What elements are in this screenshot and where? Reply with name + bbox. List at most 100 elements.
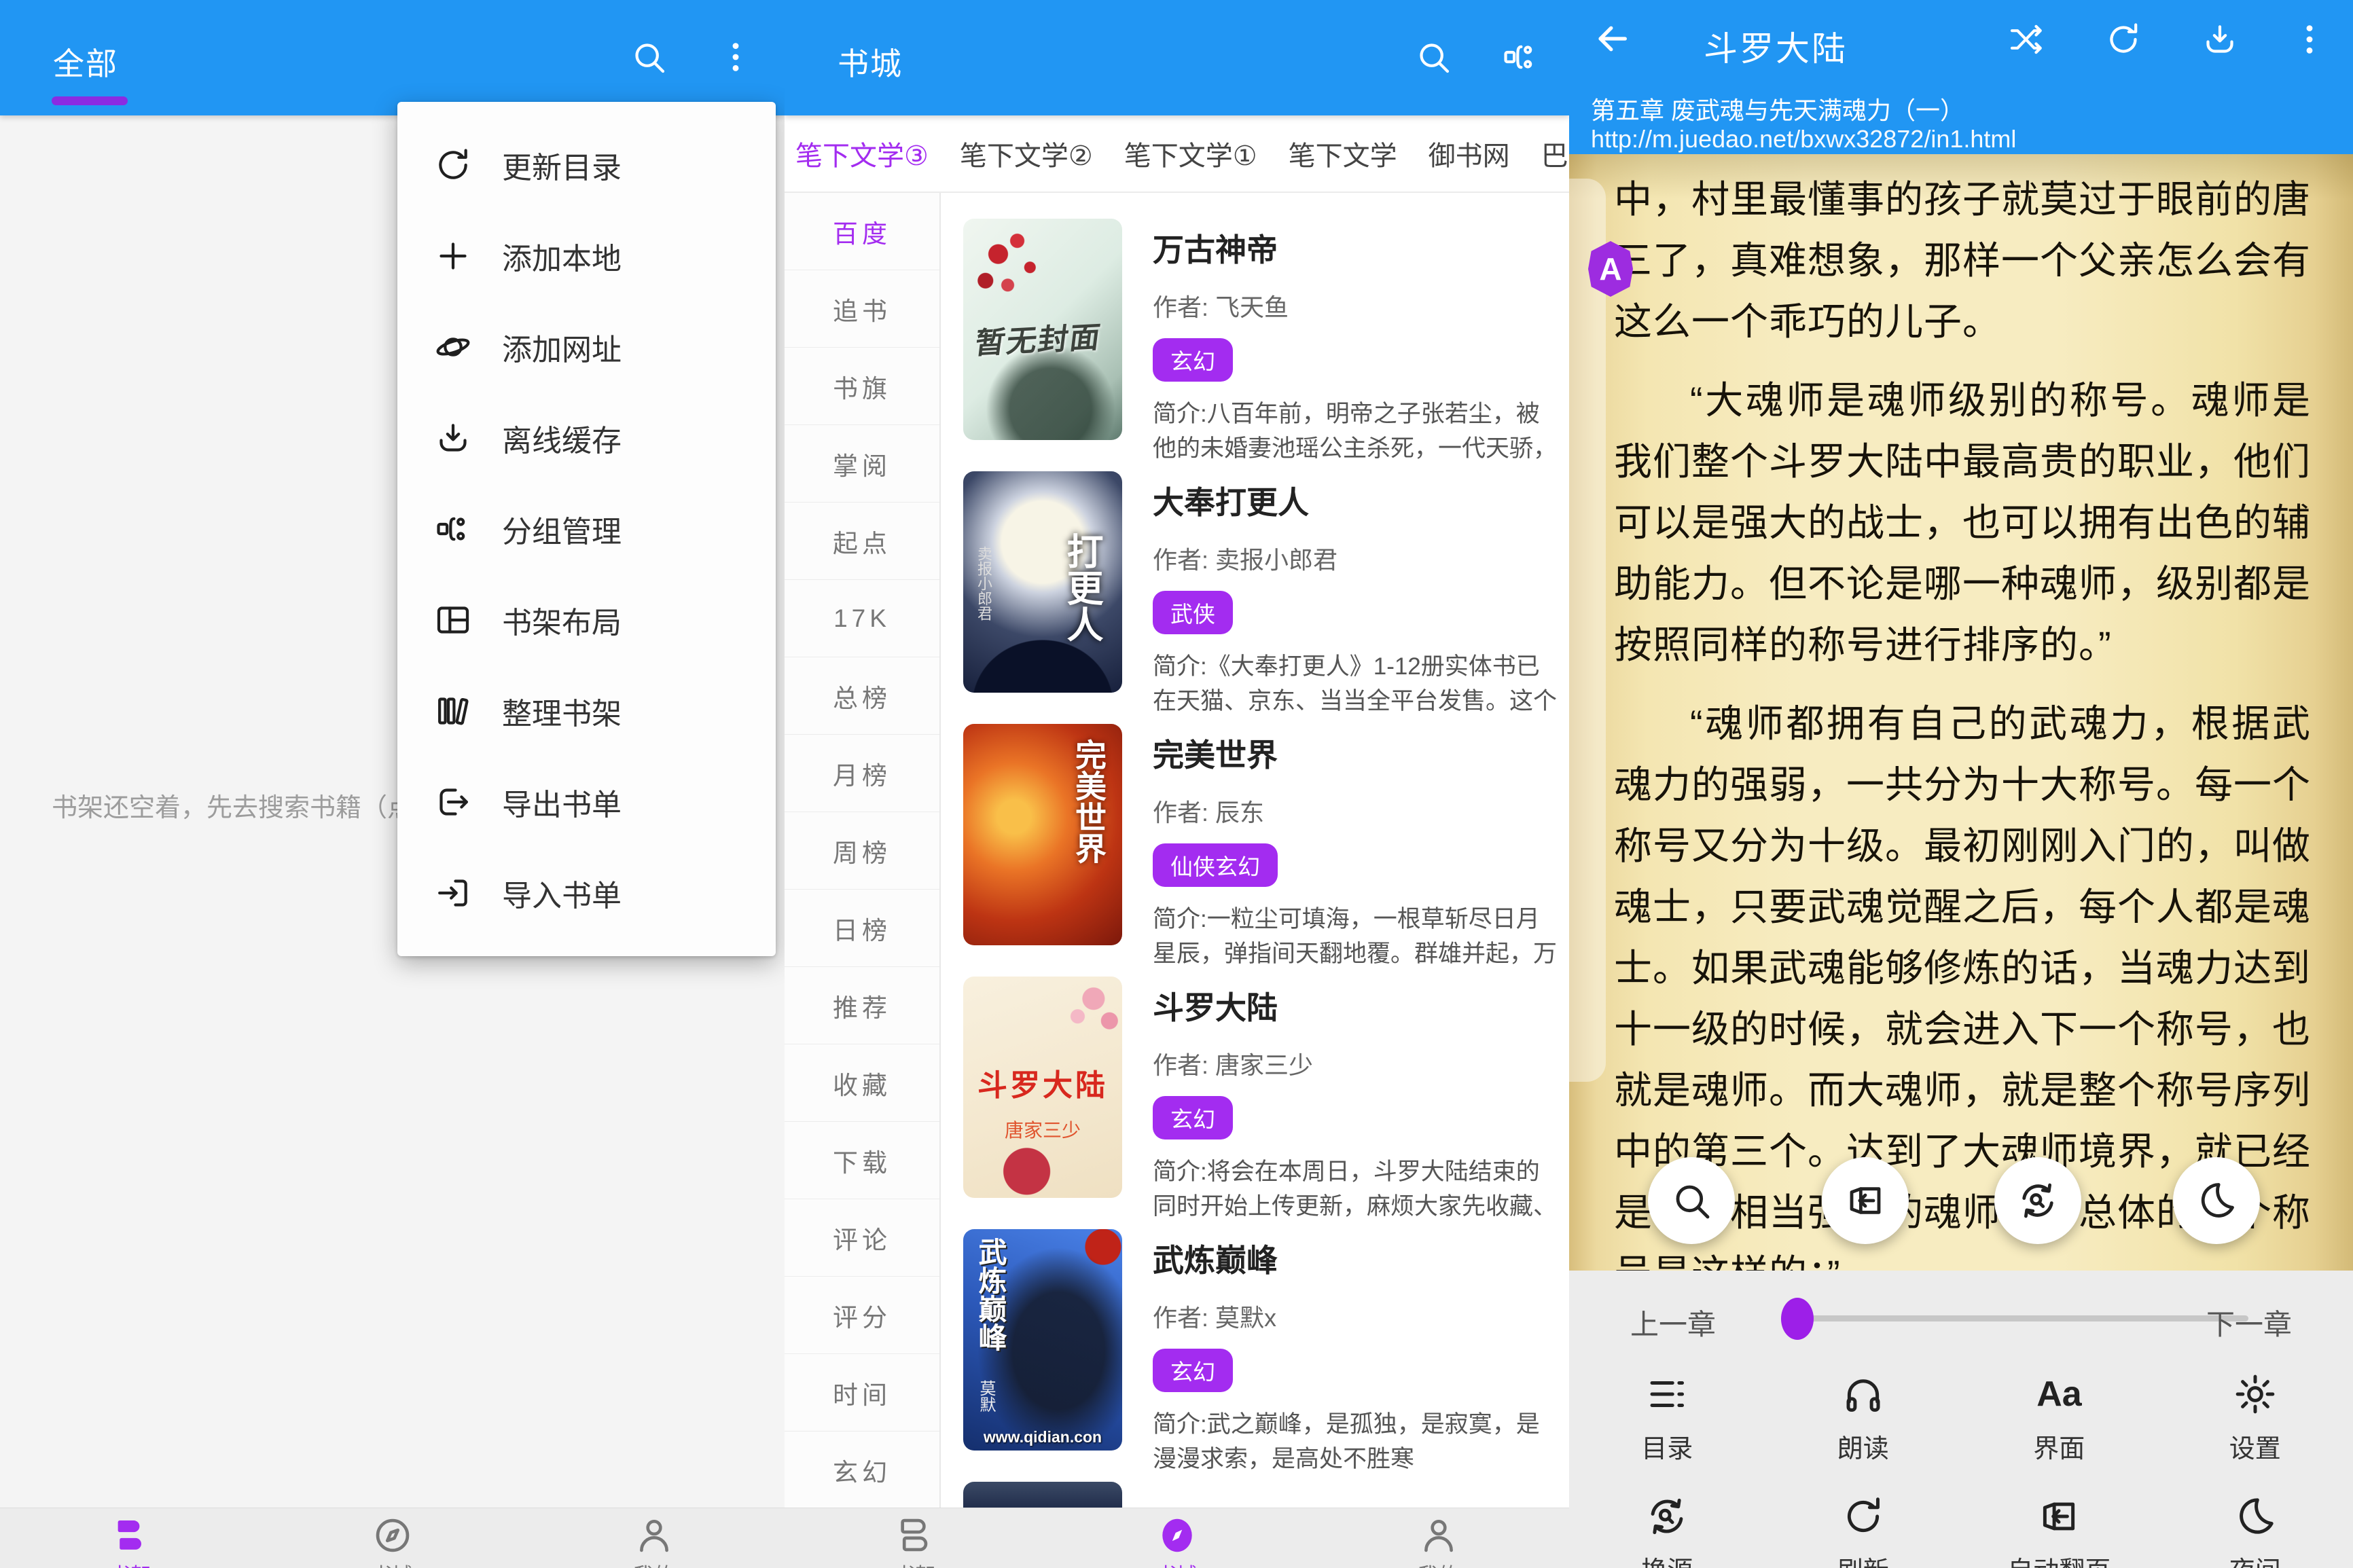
menu-item-label: 分组管理 [502, 507, 622, 551]
category-书旗[interactable]: 书旗 [785, 348, 939, 425]
category-评分[interactable]: 评分 [785, 1277, 939, 1354]
reader-menu-界面[interactable]: Aa界面 [1961, 1372, 2157, 1465]
category-玄幻[interactable]: 玄幻 [785, 1432, 939, 1508]
group-icon [434, 510, 472, 548]
prev-chapter-button[interactable]: 上一章 [1630, 1302, 1716, 1343]
nav-item-我的[interactable]: 我的 [523, 1508, 785, 1568]
category-月榜[interactable]: 月榜 [785, 735, 939, 812]
chapter-progress-slider[interactable] [1793, 1315, 2248, 1321]
cover-author-text: 卖报小郎君 [973, 546, 994, 621]
category-下载[interactable]: 下载 [785, 1122, 939, 1199]
reader-menu-换源[interactable]: 换源 [1569, 1494, 1765, 1568]
category-掌阅[interactable]: 掌阅 [785, 425, 939, 503]
menu-item-整理书架[interactable]: 整理书架 [397, 666, 776, 756]
book-cover: 完美世界 [963, 724, 1122, 945]
next-chapter-button[interactable]: 下一章 [2206, 1302, 2292, 1343]
book-description: 简介:一粒尘可填海，一根草斩尽日月星辰，弹指间天翻地覆。群雄并起，万族林立，诸圣… [1153, 902, 1558, 971]
nav-item-书城[interactable]: 书城 [1046, 1508, 1308, 1568]
search-icon[interactable] [630, 38, 668, 76]
nav-item-我的[interactable]: 我的 [1308, 1508, 1569, 1568]
reader-menu-夜间[interactable]: 夜间 [2157, 1494, 2353, 1568]
change-source-icon[interactable] [2007, 20, 2045, 58]
store-title: 书城 [838, 39, 903, 84]
fab-search-button[interactable] [1648, 1157, 1735, 1244]
nav-item-书城[interactable]: 书城 [262, 1508, 523, 1568]
font-style-badge[interactable]: A [1588, 241, 1633, 297]
category-周榜[interactable]: 周榜 [785, 812, 939, 890]
reader-book-title: 斗罗大陆 [1704, 22, 1848, 71]
slider-thumb[interactable] [1781, 1298, 1814, 1340]
cover-watermark-text: www.qidian.con [963, 1428, 1122, 1446]
tab-all[interactable]: 全部 [53, 39, 118, 84]
person-icon [1418, 1514, 1460, 1556]
tab-御书网[interactable]: 御书网 [1429, 134, 1510, 173]
menu-item-更新目录[interactable]: 更新目录 [397, 120, 776, 211]
reader-menu-label: 自动翻页 [2007, 1550, 2110, 1568]
category-追书[interactable]: 追书 [785, 270, 939, 348]
fab-source-button[interactable] [1994, 1157, 2081, 1244]
autopage-icon [2036, 1494, 2081, 1539]
kebab-menu-icon[interactable] [2291, 20, 2329, 58]
menu-item-添加网址[interactable]: 添加网址 [397, 302, 776, 393]
tab-笔下文学[interactable]: 笔下文学 [1289, 134, 1397, 173]
shelf-icon [895, 1514, 937, 1556]
book-author: 作者: 辰东 [1153, 793, 1558, 828]
menu-item-分组管理[interactable]: 分组管理 [397, 484, 776, 575]
tab-笔下文学②[interactable]: 笔下文学② [960, 134, 1093, 173]
category-收藏[interactable]: 收藏 [785, 1044, 939, 1122]
tab-笔下文学③[interactable]: 笔下文学③ [795, 134, 929, 173]
page-edge-scrim [1569, 179, 1606, 1082]
category-17K[interactable]: 17K [785, 580, 939, 657]
reader-screen: 斗罗大陆 第五章 废武魂与先天满魂力（一） http://m.juedao.ne… [1569, 0, 2353, 1568]
book-list-item[interactable]: 斗罗大陆唐家三少斗罗大陆作者: 唐家三少玄幻简介:将会在本周日，斗罗大陆结束的同… [941, 977, 1569, 1229]
kebab-menu-icon[interactable] [717, 38, 755, 76]
group-sources-icon[interactable] [1501, 38, 1539, 76]
category-总榜[interactable]: 总榜 [785, 657, 939, 735]
search-icon[interactable] [1414, 38, 1452, 76]
reader-controls: 上一章 下一章 目录朗读Aa界面设置 换源刷新自动翻页 夜间 [1569, 1271, 2353, 1568]
category-百度[interactable]: 百度 [785, 193, 939, 270]
book-list-item[interactable]: 武炼巅峰莫默www.qidian.con武炼巅峰作者: 莫默x玄幻简介:武之巅峰… [941, 1229, 1569, 1482]
reader-menu-目录[interactable]: 目录 [1569, 1372, 1765, 1465]
book-list-item[interactable]: 打更人卖报小郎君大奉打更人作者: 卖报小郎君武侠简介:《大奉打更人》1-12册实… [941, 471, 1569, 724]
category-日榜[interactable]: 日榜 [785, 890, 939, 967]
cover-title-text: 武炼巅峰 [970, 1237, 1011, 1351]
chapter-paragraph: 中，村里最懂事的孩子就莫过于眼前的唐三了，真难想象，那样一个父亲怎么会有这么一个… [1614, 169, 2311, 352]
refresh-icon[interactable] [2104, 20, 2142, 58]
fab-moon-button[interactable] [2173, 1157, 2260, 1244]
shelf-icon [110, 1514, 152, 1556]
tab-笔下文学①[interactable]: 笔下文学① [1124, 134, 1257, 173]
nav-item-书架[interactable]: 书架 [785, 1508, 1046, 1568]
fab-autopage-button[interactable] [1822, 1157, 1909, 1244]
category-评论[interactable]: 评论 [785, 1199, 939, 1277]
book-list-item[interactable]: 完美世界完美世界作者: 辰东仙侠玄幻简介:一粒尘可填海，一根草斩尽日月星辰，弹指… [941, 724, 1569, 977]
menu-item-导出书单[interactable]: 导出书单 [397, 756, 776, 847]
book-title: 斗罗大陆 [1153, 983, 1558, 1028]
menu-item-离线缓存[interactable]: 离线缓存 [397, 393, 776, 484]
cover-author-text: 唐家三少 [1005, 1116, 1081, 1143]
book-list-item[interactable]: 暂无封面万古神帝作者: 飞天鱼玄幻简介:八百年前，明帝之子张若尘，被他的未婚妻池… [941, 219, 1569, 471]
reader-menu-row-2: 换源刷新自动翻页 夜间 [1569, 1494, 2353, 1568]
category-推荐[interactable]: 推荐 [785, 967, 939, 1044]
reader-menu-刷新[interactable]: 刷新 [1765, 1494, 1962, 1568]
refresh-icon [434, 146, 472, 184]
category-起点[interactable]: 起点 [785, 503, 939, 580]
category-时间[interactable]: 时间 [785, 1354, 939, 1432]
store-appbar: 书城 [785, 0, 1569, 115]
tab-巴巴鱼[interactable]: 巴巴鱼 [1541, 134, 1569, 173]
bookstore-screen: 书城 笔下文学③ 笔下文学② 笔下文学① 笔下文学御书网 巴巴鱼 百度追书书旗掌阅起点1… [785, 0, 1569, 1568]
menu-item-导入书单[interactable]: 导入书单 [397, 847, 776, 938]
cover-title-text: 暂无封面 [973, 313, 1104, 363]
nav-item-书架[interactable]: 书架 [0, 1508, 262, 1568]
reader-menu-设置[interactable]: 设置 [2157, 1372, 2353, 1465]
reader-menu-自动翻页[interactable]: 自动翻页 [1961, 1494, 2157, 1568]
menu-item-添加本地[interactable]: 添加本地 [397, 211, 776, 302]
moon-icon [2195, 1179, 2238, 1222]
book-list: 暂无封面万古神帝作者: 飞天鱼玄幻简介:八百年前，明帝之子张若尘，被他的未婚妻池… [941, 193, 1569, 1508]
menu-item-label: 添加本地 [502, 234, 622, 278]
book-description: 简介:将会在本周日，斗罗大陆结束的同时开始上传更新，麻烦大家先收藏、推荐一下，… [1153, 1154, 1558, 1224]
reader-menu-朗读[interactable]: 朗读 [1765, 1372, 1962, 1465]
menu-item-书架布局[interactable]: 书架布局 [397, 575, 776, 666]
back-icon[interactable] [1592, 19, 1632, 58]
download-icon[interactable] [2201, 20, 2239, 58]
